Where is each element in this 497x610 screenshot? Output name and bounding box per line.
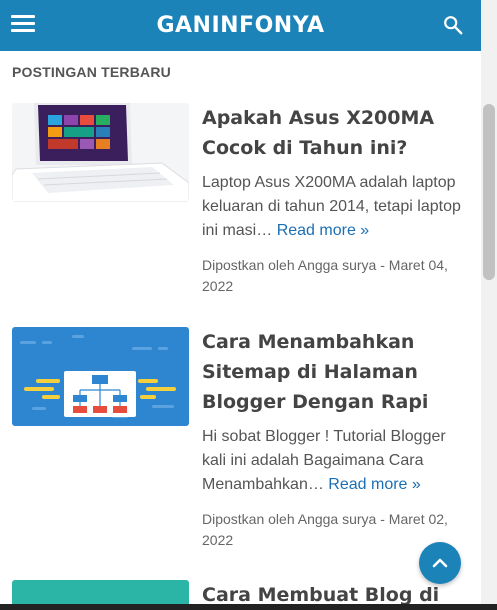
meta-separator: - <box>380 257 389 273</box>
post-thumbnail[interactable] <box>12 580 189 604</box>
chevron-up-icon <box>432 558 448 568</box>
laptop-image <box>12 103 189 202</box>
sitemap-image <box>12 327 189 426</box>
post-excerpt: Hi sobat Blogger ! Tutorial Blogger kali… <box>202 425 470 497</box>
scroll-to-top-button[interactable] <box>419 542 461 584</box>
post-content: Apakah Asus X200MA Cocok di Tahun ini? L… <box>202 103 470 297</box>
post-meta: Dipostkan oleh Angga surya - Maret 04, 2… <box>202 255 470 297</box>
search-icon[interactable] <box>442 14 464 36</box>
post-author: Dipostkan oleh Angga surya <box>202 257 377 273</box>
site-header: GANINFONYA <box>0 0 481 51</box>
scrollbar-track[interactable] <box>481 0 497 610</box>
post-title[interactable]: Apakah Asus X200MA Cocok di Tahun ini? <box>202 103 470 163</box>
bottom-edge <box>0 604 497 610</box>
section-title: POSTINGAN TERBARU <box>12 64 171 80</box>
hamburger-menu-icon[interactable] <box>11 15 35 33</box>
post-content: Cara Menambahkan Sitemap di Halaman Blog… <box>202 327 470 551</box>
post-author: Dipostkan oleh Angga surya <box>202 511 377 527</box>
scrollbar-thumb[interactable] <box>483 104 495 280</box>
read-more-link[interactable]: Read more » <box>277 222 370 239</box>
post-thumbnail[interactable] <box>12 103 189 202</box>
post-title[interactable]: Cara Menambahkan Sitemap di Halaman Blog… <box>202 327 470 417</box>
post-thumbnail[interactable] <box>12 327 189 426</box>
post-excerpt: Laptop Asus X200MA adalah laptop keluara… <box>202 171 470 243</box>
read-more-link[interactable]: Read more » <box>328 476 421 493</box>
meta-separator: - <box>380 511 389 527</box>
site-title[interactable]: GANINFONYA <box>156 13 324 38</box>
